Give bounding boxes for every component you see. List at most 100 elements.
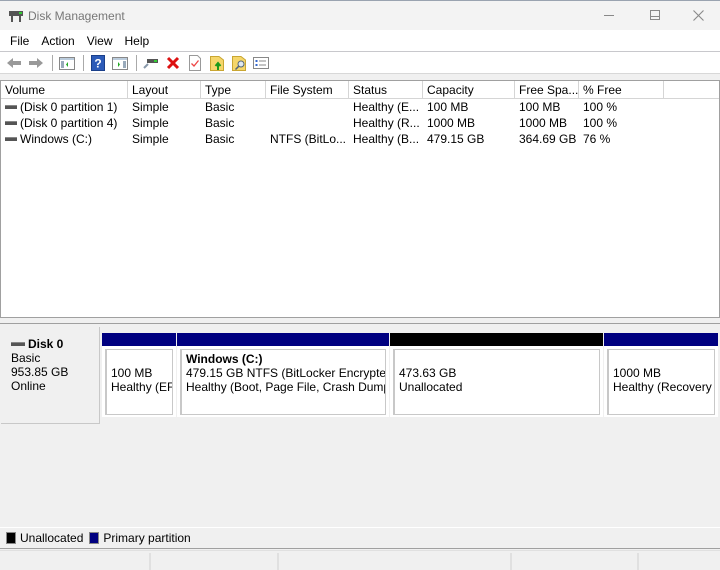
partition-color-bar [102, 333, 176, 346]
legend-label-primary: Primary partition [103, 531, 191, 545]
disk-0-label[interactable]: Disk 0 Basic 953.85 GB Online [1, 327, 100, 424]
forward-button[interactable] [26, 54, 46, 72]
column-header-status[interactable]: Status [349, 81, 423, 98]
disk-state: Online [11, 379, 46, 393]
open-folder-icon [210, 55, 224, 71]
cell-type: Basic [205, 132, 235, 146]
svg-text:?: ? [94, 56, 101, 70]
menu-action[interactable]: Action [35, 31, 80, 51]
cell-file-system [266, 115, 349, 131]
disk-icon [11, 341, 25, 346]
cell-layout: Simple [132, 132, 169, 146]
cell-status: Healthy (R... [353, 116, 420, 130]
volume-row[interactable]: (Disk 0 partition 1) Simple Basic Healthy (… [1, 99, 719, 115]
window-title: Disk Management [28, 9, 125, 23]
disk-management-app-icon [9, 11, 23, 22]
volume-icon [5, 136, 17, 141]
disk-size: 953.85 GB [11, 365, 69, 379]
column-header-file-system[interactable]: File System [266, 81, 349, 98]
cell-volume: (Disk 0 partition 1) [1, 99, 128, 115]
cell-volume: (Disk 0 partition 4) [1, 115, 128, 131]
cell-capacity: 479.15 GB [427, 132, 485, 146]
menu-view[interactable]: View [81, 31, 119, 51]
column-header-type[interactable]: Type [201, 81, 266, 98]
volume-row[interactable]: Windows (C:) Simple Basic NTFS (BitLo... Hea… [1, 131, 719, 147]
cell-percent-free: 76 % [583, 132, 611, 146]
volume-icon [5, 120, 17, 125]
partition-windows-c[interactable]: Windows (C:) 479.15 GB NTFS (BitLocker E… [177, 333, 389, 417]
cell-free-space: 100 MB [519, 100, 561, 114]
close-icon [692, 9, 704, 21]
help-icon: ? [91, 54, 105, 71]
delete-icon [166, 56, 180, 69]
help-button[interactable]: ? [88, 54, 108, 72]
cell-layout: Simple [132, 100, 169, 114]
partition-size: 473.63 GB [399, 366, 457, 380]
minimize-icon [604, 14, 614, 16]
toolbar: ? [0, 52, 720, 74]
partition-size: 479.15 GB NTFS (BitLocker Encrypted) [186, 366, 386, 380]
connect-drive-icon [143, 58, 158, 69]
cell-free-space: 364.69 GB [519, 132, 577, 146]
partition-efi[interactable]: 100 MB Healthy (EFI [102, 333, 176, 417]
properties-button[interactable] [185, 54, 205, 72]
cell-capacity: 100 MB [427, 100, 469, 114]
status-bar-divider [277, 553, 279, 570]
delete-button[interactable] [163, 54, 183, 72]
toolbar-separator [83, 54, 84, 71]
volume-icon [5, 104, 17, 109]
menu-help[interactable]: Help [119, 31, 156, 51]
partition-size: 1000 MB [613, 366, 662, 380]
window-minimize-button[interactable] [586, 0, 632, 30]
disk-graphical-view: Disk 0 Basic 953.85 GB Online 100 MB Hea… [0, 324, 720, 527]
status-bar-divider [149, 553, 151, 570]
menu-file[interactable]: File [4, 31, 35, 51]
column-header-volume[interactable]: Volume [1, 81, 128, 98]
back-button[interactable] [4, 54, 24, 72]
column-header-capacity[interactable]: Capacity [423, 81, 515, 98]
column-header-layout[interactable]: Layout [128, 81, 201, 98]
volume-list: Volume Layout Type File System Status Ca… [0, 80, 720, 318]
window-close-button[interactable] [676, 0, 720, 30]
volume-name: (Disk 0 partition 1) [20, 100, 118, 114]
legend: Unallocated Primary partition [0, 527, 720, 549]
status-bar [0, 550, 720, 570]
cell-file-system [266, 99, 349, 115]
partition-status: Healthy (Boot, Page File, Crash Dump, E [186, 380, 386, 394]
volume-row[interactable]: (Disk 0 partition 4) Simple Basic Healthy (… [1, 115, 719, 131]
disk-name: Disk 0 [28, 337, 64, 351]
toolbar-separator [52, 54, 53, 71]
cell-percent-free: 100 % [583, 100, 618, 114]
show-hide-action-pane-icon [112, 56, 128, 70]
maximize-icon [650, 10, 660, 20]
partition-color-bar [390, 333, 603, 346]
column-header-free-space[interactable]: Free Spa... [515, 81, 579, 98]
show-hide-console-tree-icon [59, 56, 75, 70]
connect-drive-button[interactable] [141, 54, 161, 72]
partition-recovery[interactable]: 1000 MB Healthy (Recovery F [604, 333, 718, 417]
properties-icon [189, 54, 201, 71]
cell-layout: Simple [132, 116, 169, 130]
legend-swatch-unallocated [6, 532, 16, 544]
show-hide-action-pane-button[interactable] [110, 54, 130, 72]
show-hide-console-tree-button[interactable] [57, 54, 77, 72]
legend-label-unallocated: Unallocated [20, 531, 84, 545]
open-button[interactable] [207, 54, 227, 72]
cell-type: Basic [205, 116, 235, 130]
details-button[interactable] [251, 54, 271, 72]
volume-list-header: Volume Layout Type File System Status Ca… [1, 81, 719, 99]
partition-size: 100 MB [111, 366, 153, 380]
status-bar-divider [510, 553, 512, 570]
partition-status: Healthy (Recovery F [613, 380, 715, 394]
volume-name: (Disk 0 partition 4) [20, 116, 118, 130]
window-maximize-button[interactable] [632, 0, 678, 30]
explore-icon [232, 55, 246, 71]
toolbar-separator [136, 54, 137, 71]
partition-status: Healthy (EFI [111, 380, 173, 394]
column-header-percent-free[interactable]: % Free [579, 81, 664, 98]
menu-bar: File Action View Help [0, 30, 720, 52]
cell-status: Healthy (B... [353, 132, 420, 146]
partition-unallocated[interactable]: 473.63 GB Unallocated [390, 333, 603, 417]
cell-percent-free: 100 % [583, 116, 618, 130]
explore-button[interactable] [229, 54, 249, 72]
